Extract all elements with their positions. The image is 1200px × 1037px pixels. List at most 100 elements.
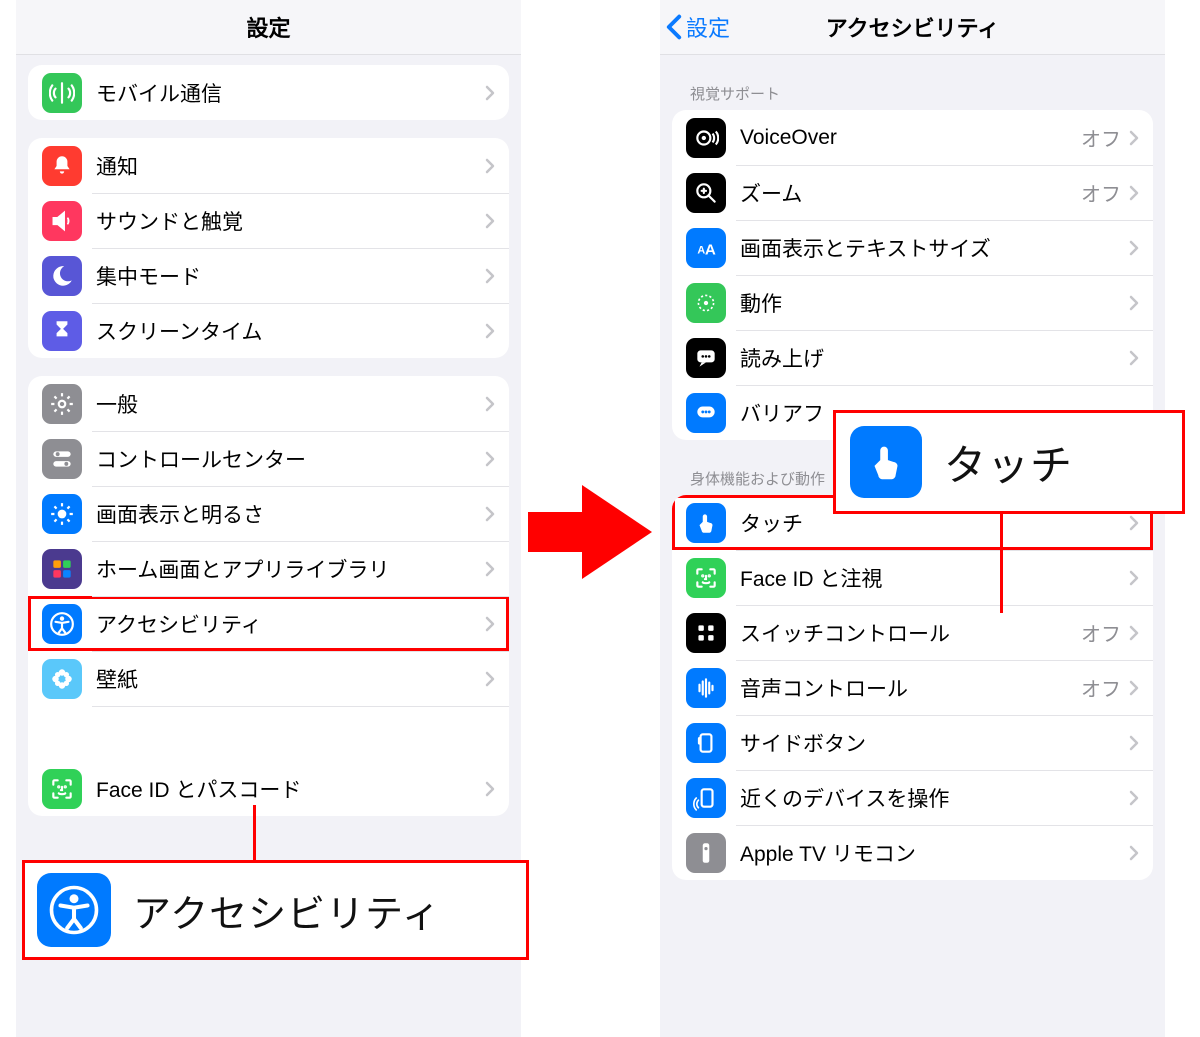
nearby-devices-icon [686,778,726,818]
red-arrow [528,485,653,575]
row-general[interactable]: 一般 [28,376,509,431]
row-display-text-size[interactable]: AA 画面表示とテキストサイズ [672,220,1153,275]
accessibility-icon [42,604,82,644]
row-label: モバイル通信 [96,78,485,108]
gear-icon [42,384,82,424]
moon-icon [42,256,82,296]
navbar: 設定 [16,0,521,55]
chevron-right-icon [485,268,495,284]
row-sounds[interactable]: サウンドと触覚 [28,193,509,248]
connector-line [1000,508,1003,613]
faceid-icon [686,558,726,598]
row-value: オフ [1081,178,1121,207]
row-notifications[interactable]: 通知 [28,138,509,193]
side-button-icon [686,723,726,763]
row-label: 一般 [96,389,485,419]
accessibility-icon [37,873,111,947]
speaker-icon [42,201,82,241]
row-spoken-content[interactable]: 読み上げ [672,330,1153,385]
chevron-right-icon [485,451,495,467]
row-side-button[interactable]: サイドボタン [672,715,1153,770]
row-nearby-devices[interactable]: 近くのデバイスを操作 [672,770,1153,825]
row-zoom[interactable]: ズーム オフ [672,165,1153,220]
flower-icon [42,659,82,699]
row-label: ズーム [740,178,1081,208]
row-label: ホーム画面とアプリライブラリ [96,554,485,584]
chevron-right-icon [485,396,495,412]
row-screentime[interactable]: スクリーンタイム [28,303,509,358]
callout-accessibility: アクセシビリティ [22,860,529,960]
row-label: サウンドと触覚 [96,206,485,236]
toggles-icon [42,439,82,479]
row-label: Face ID とパスコード [96,774,485,804]
magnifier-icon [686,173,726,213]
chevron-right-icon [1129,625,1139,641]
chevron-right-icon [1129,130,1139,146]
row-voiceover[interactable]: VoiceOver オフ [672,110,1153,165]
chevron-right-icon [1129,790,1139,806]
chevron-right-icon [485,561,495,577]
row-mobile-data[interactable]: モバイル通信 [28,65,509,120]
row-label: 集中モード [96,261,485,291]
row-label: スクリーンタイム [96,316,485,346]
row-siri-hidden[interactable] [28,706,509,761]
row-wallpaper[interactable]: 壁紙 [28,651,509,706]
connector-line [253,805,256,860]
row-voice-control[interactable]: 音声コントロール オフ [672,660,1153,715]
speech-bubble-icon [686,338,726,378]
bell-icon [42,146,82,186]
chevron-right-icon [1129,680,1139,696]
row-label: サイドボタン [740,728,1129,758]
settings-group-connectivity: モバイル通信 [28,65,509,120]
row-apple-tv-remote[interactable]: Apple TV リモコン [672,825,1153,880]
row-display-brightness[interactable]: 画面表示と明るさ [28,486,509,541]
chevron-right-icon [485,781,495,797]
accessibility-group-vision: VoiceOver オフ ズーム オフ AA 画面表示とテキストサイズ [672,110,1153,440]
accessibility-group-physical: タッチ Face ID と注視 スイッチコントロール オフ 音声コントロール [672,495,1153,880]
row-focus[interactable]: 集中モード [28,248,509,303]
hourglass-icon [42,311,82,351]
row-accessibility[interactable]: アクセシビリティ [28,596,509,651]
row-label: アクセシビリティ [96,609,485,639]
row-label: Face ID と注視 [740,563,1129,593]
chevron-right-icon [1129,570,1139,586]
row-faceid-passcode[interactable]: Face ID とパスコード [28,761,509,816]
row-homescreen[interactable]: ホーム画面とアプリライブラリ [28,541,509,596]
row-label: 音声コントロール [740,673,1081,703]
textsize-icon: AA [686,228,726,268]
row-label: 壁紙 [96,664,485,694]
row-switch-control[interactable]: スイッチコントロール オフ [672,605,1153,660]
row-label: 動作 [740,288,1129,318]
callout-label: アクセシビリティ [133,883,441,938]
page-title: アクセシビリティ [826,11,1000,43]
chevron-right-icon [485,158,495,174]
chevron-right-icon [1129,295,1139,311]
row-faceid-attention[interactable]: Face ID と注視 [672,550,1153,605]
antenna-icon [42,73,82,113]
motion-icon [686,283,726,323]
row-motion[interactable]: 動作 [672,275,1153,330]
row-label: 画面表示と明るさ [96,499,485,529]
back-button[interactable]: 設定 [666,11,730,43]
apps-grid-icon [42,549,82,589]
chat-icon [686,393,726,433]
sun-icon [42,494,82,534]
touch-icon [850,426,922,498]
callout-touch: タッチ [833,410,1185,514]
row-label: スイッチコントロール [740,618,1081,648]
chevron-right-icon [1129,735,1139,751]
navbar: 設定 アクセシビリティ [660,0,1165,55]
chevron-right-icon [485,616,495,632]
voiceover-icon [686,118,726,158]
row-control-center[interactable]: コントロールセンター [28,431,509,486]
section-header-vision: 視覚サポート [690,83,1135,104]
chevron-right-icon [1129,845,1139,861]
chevron-right-icon [1129,515,1139,531]
callout-label: タッチ [944,432,1073,493]
svg-text:A: A [705,241,716,258]
chevron-right-icon [485,85,495,101]
chevron-right-icon [1129,350,1139,366]
touch-icon [686,503,726,543]
chevron-right-icon [485,671,495,687]
chevron-right-icon [485,323,495,339]
